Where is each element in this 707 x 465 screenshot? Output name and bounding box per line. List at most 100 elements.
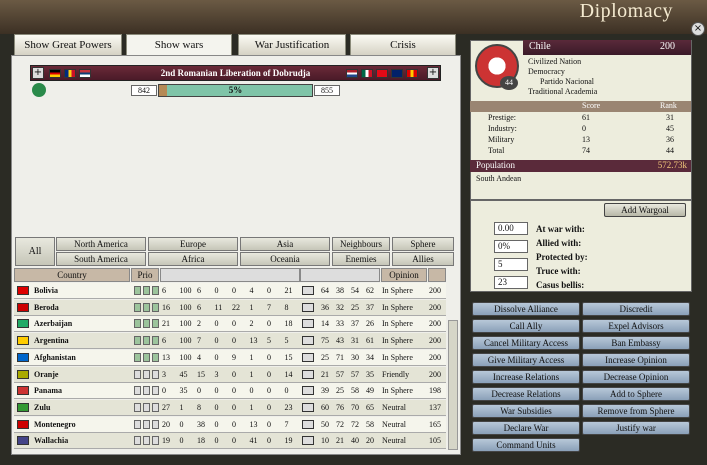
dissolve-alliance-button[interactable]: Dissolve Alliance [472, 302, 580, 316]
priority-box[interactable] [143, 302, 150, 312]
priority-box[interactable] [134, 369, 141, 379]
filter-south-america[interactable]: South America [56, 252, 146, 266]
gp-opinion-cell: 0 [214, 352, 219, 362]
decrease-opinion-button[interactable]: Decrease Opinion [582, 370, 690, 384]
filter-sphere[interactable]: Sphere [392, 237, 454, 251]
filter-asia[interactable]: Asia [240, 237, 330, 251]
stat-cell: 57 [336, 369, 344, 379]
priority-box[interactable] [152, 369, 159, 379]
filter-enemies[interactable]: Enemies [332, 252, 390, 266]
close-button[interactable]: × [691, 22, 705, 36]
war-banner[interactable]: + 2nd Romanian Liberation of Dobrudja + [30, 65, 441, 81]
give-military-access-button[interactable]: Give Military Access [472, 353, 580, 367]
influence-cell: 200 [429, 369, 441, 379]
gp-opinion-cell: 0 [214, 402, 219, 412]
priority-box[interactable] [134, 419, 141, 429]
column-header-country[interactable]: Country [14, 268, 130, 282]
filter-europe[interactable]: Europe [148, 237, 238, 251]
priority-box[interactable] [152, 286, 159, 295]
stat-rank: 36 [666, 135, 674, 144]
increase-relations-button[interactable]: Increase Relations [472, 370, 580, 384]
table-row[interactable]: Afghanistan 13 100 4 0 9 1 0 15 25 71 30 34 In Sphere… [14, 349, 446, 366]
gp-opinion-cell: 0 [214, 386, 219, 396]
filter-north-america[interactable]: North America [56, 237, 146, 251]
table-row[interactable]: Azerbaijan 21 100 2 0 0 2 0 18 14 33 37 26 In Sphere 2… [14, 316, 446, 333]
filter-neighbours[interactable]: Neighbours [332, 237, 390, 251]
priority-box[interactable] [143, 319, 150, 329]
filter-oceania[interactable]: Oceania [240, 252, 330, 266]
table-row[interactable]: Bolivia 6 100 6 0 0 4 0 21 64 38 54 62 In Sphere 200 [14, 283, 446, 299]
priority-box[interactable] [143, 436, 150, 446]
priority-box[interactable] [134, 436, 141, 446]
priority-box[interactable] [134, 402, 141, 412]
priority-box[interactable] [152, 436, 159, 446]
column-header-influence[interactable] [428, 268, 446, 282]
priority-box[interactable] [143, 369, 150, 379]
priority-box[interactable] [134, 352, 141, 362]
tab-war-justification[interactable]: War Justification [238, 34, 346, 55]
priority-box[interactable] [152, 336, 159, 346]
population-bar: Population 572.73k [470, 160, 691, 172]
country-government: Democracy [528, 67, 565, 76]
war-subsidies-button[interactable]: War Subsidies [472, 404, 580, 418]
table-row[interactable]: Zulu 27 1 8 0 0 1 0 23 60 76 70 65 Neutral 137 [14, 399, 446, 416]
tab-great-powers[interactable]: Show Great Powers [14, 34, 122, 55]
priority-box[interactable] [143, 336, 150, 346]
priority-box[interactable] [152, 386, 159, 396]
remove-from-sphere-button[interactable]: Remove from Sphere [582, 404, 690, 418]
table-row[interactable]: Oranje 3 45 15 3 0 1 0 14 21 57 57 35 Friendly 200 [14, 366, 446, 383]
mexico-flag-icon [361, 69, 373, 78]
priority-box[interactable] [143, 352, 150, 362]
priority-box[interactable] [152, 302, 159, 312]
justify-war-button[interactable]: Justify war [582, 421, 690, 435]
filter-allies[interactable]: Allies [392, 252, 454, 266]
priority-box[interactable] [152, 352, 159, 362]
priority-box[interactable] [134, 386, 141, 396]
column-header-opinion[interactable]: Opinion [381, 268, 427, 282]
table-row[interactable]: Montenegro 20 0 38 0 0 13 0 7 50 72 72 58 Neutral 165 [14, 416, 446, 433]
expel-advisors-button[interactable]: Expel Advisors [582, 319, 690, 333]
ban-embassy-button[interactable]: Ban Embassy [582, 336, 690, 350]
tab-crisis[interactable]: Crisis [350, 34, 456, 55]
gp-opinion-cell: 6 [197, 302, 201, 312]
relation-value: 23 [494, 276, 528, 289]
add-wargoal-button[interactable]: Add Wargoal [604, 203, 686, 217]
table-row[interactable]: Beroda 16 100 6 11 22 1 7 8 36 32 25 37 In Sphere 200 [14, 299, 446, 316]
call-ally-button[interactable]: Call Ally [472, 319, 580, 333]
stat-label: Total [488, 146, 505, 155]
table-row[interactable]: Argentina 6 100 7 0 0 13 5 5 75 43 31 61 In Sphere 200 [14, 333, 446, 350]
cancel-military-access-button[interactable]: Cancel Military Access [472, 336, 580, 350]
stat-cell: 38 [336, 286, 344, 295]
table-row[interactable]: Wallachia 19 0 18 0 0 41 0 19 10 21 40 20 Neutral 105 [14, 433, 446, 450]
priority-box[interactable] [152, 419, 159, 429]
priority-box[interactable] [134, 319, 141, 329]
priority-box[interactable] [143, 419, 150, 429]
gp-opinion-cell: 45 [179, 369, 188, 379]
gp-opinion-cell: 22 [232, 302, 240, 312]
add-to-sphere-button[interactable]: Add to Sphere [582, 387, 690, 401]
priority-box[interactable] [134, 336, 141, 346]
war-score-bar: 5% [158, 84, 313, 97]
declare-war-button[interactable]: Declare War [472, 421, 580, 435]
priority-box[interactable] [152, 319, 159, 329]
priority-box[interactable] [134, 302, 141, 312]
table-row[interactable]: Panama 0 35 0 0 0 0 0 0 39 25 58 49 In Sphere 198 [14, 383, 446, 400]
country-flag-icon [17, 369, 29, 379]
discredit-button[interactable]: Discredit [582, 302, 690, 316]
decrease-relations-button[interactable]: Decrease Relations [472, 387, 580, 401]
table-scrollbar[interactable] [448, 320, 458, 450]
filter-all-button[interactable]: All [15, 237, 55, 266]
expand-defenders-button[interactable]: + [427, 67, 439, 79]
priority-box[interactable] [143, 402, 150, 412]
priority-box[interactable] [143, 286, 150, 295]
command-units-button[interactable]: Command Units [472, 438, 580, 452]
priority-box[interactable] [134, 286, 141, 295]
increase-opinion-button[interactable]: Increase Opinion [582, 353, 690, 367]
filter-africa[interactable]: Africa [148, 252, 238, 266]
column-header-prio[interactable]: Prio [131, 268, 159, 282]
priority-box[interactable] [143, 386, 150, 396]
gp-opinion-cell: 3 [162, 369, 166, 379]
country-name-cell: Azerbaijan [34, 319, 73, 329]
priority-box[interactable] [152, 402, 159, 412]
tab-wars[interactable]: Show wars [126, 34, 232, 56]
